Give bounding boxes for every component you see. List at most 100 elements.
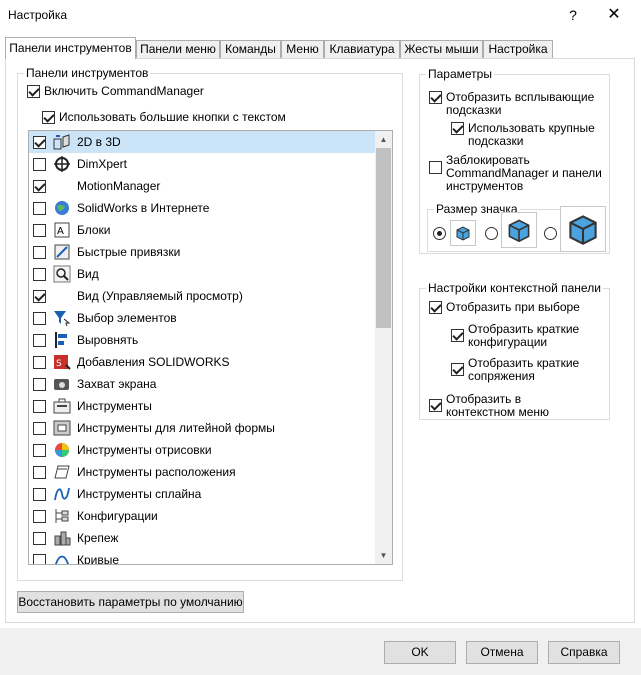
- close-icon[interactable]: ✕: [603, 4, 625, 26]
- show-short-configs-row[interactable]: Отобразить краткие конфигурации: [451, 323, 579, 349]
- tab-keyboard[interactable]: Клавиатура: [324, 40, 400, 58]
- icon-size-medium-preview[interactable]: [501, 212, 537, 248]
- list-item[interactable]: Кривые: [29, 549, 375, 565]
- list-item-checkbox[interactable]: [33, 553, 46, 564]
- show-tooltips-row[interactable]: Отобразить всплывающие подсказки: [429, 91, 594, 117]
- cancel-button[interactable]: Отмена: [466, 641, 538, 664]
- icon-size-large-radio[interactable]: [544, 227, 557, 240]
- icon-size-large-preview[interactable]: [560, 206, 606, 252]
- scroll-thumb[interactable]: [376, 148, 391, 328]
- large-tooltips-checkbox[interactable]: [451, 122, 464, 135]
- list-item[interactable]: Инструменты расположения: [29, 461, 375, 483]
- list-item-checkbox[interactable]: [33, 333, 46, 347]
- show-short-mates-checkbox[interactable]: [451, 363, 464, 376]
- curves-icon: [53, 551, 71, 564]
- list-item-checkbox[interactable]: [33, 157, 46, 171]
- list-item[interactable]: Крепеж: [29, 527, 375, 549]
- tab-customization[interactable]: Настройка: [483, 40, 553, 58]
- lock-cm-row[interactable]: Заблокировать CommandManager и панели инст…: [429, 154, 602, 193]
- icon-size-small-preview[interactable]: [450, 220, 476, 246]
- list-item[interactable]: Конфигурации: [29, 505, 375, 527]
- list-item[interactable]: DimXpert: [29, 153, 375, 175]
- list-item-checkbox[interactable]: [33, 245, 46, 259]
- show-short-mates-row[interactable]: Отобразить краткие сопряжения: [451, 357, 579, 383]
- blocks-icon: A: [53, 221, 71, 239]
- restore-defaults-button[interactable]: Восстановить параметры по умолчанию: [17, 591, 244, 613]
- show-on-select-row[interactable]: Отобразить при выборе: [429, 301, 580, 314]
- enable-commandmanager-row[interactable]: Включить CommandManager: [27, 85, 204, 98]
- list-item[interactable]: Выровнять: [29, 329, 375, 351]
- list-item[interactable]: Вид: [29, 263, 375, 285]
- list-item[interactable]: Инструменты для литейной формы: [29, 417, 375, 439]
- show-on-select-checkbox[interactable]: [429, 301, 442, 314]
- cube-large-icon: [569, 215, 597, 245]
- list-item-checkbox[interactable]: [33, 377, 46, 391]
- list-item[interactable]: Захват экрана: [29, 373, 375, 395]
- list-item[interactable]: 2D в 3D: [29, 131, 375, 153]
- show-tooltips-label: Отобразить всплывающие подсказки: [446, 91, 594, 117]
- list-item-checkbox[interactable]: [33, 465, 46, 479]
- scroll-down-icon[interactable]: ▼: [375, 547, 392, 564]
- 2d-to-3d-icon: [53, 133, 71, 151]
- lock-cm-checkbox[interactable]: [429, 161, 442, 174]
- large-buttons-checkbox[interactable]: [42, 111, 55, 124]
- list-item-label: Добавления SOLIDWORKS: [77, 355, 230, 369]
- list-item-checkbox[interactable]: [33, 267, 46, 281]
- list-item-checkbox[interactable]: [33, 509, 46, 523]
- ok-button[interactable]: OK: [384, 641, 456, 664]
- list-item[interactable]: A Блоки: [29, 219, 375, 241]
- help-button[interactable]: Справка: [548, 641, 620, 664]
- cube-small-icon: [456, 226, 470, 241]
- list-item[interactable]: SolidWorks в Интернете: [29, 197, 375, 219]
- list-item-label: Кривые: [77, 553, 120, 565]
- tab-commands[interactable]: Команды: [220, 40, 281, 58]
- list-item-checkbox[interactable]: [33, 531, 46, 545]
- tab-mouse-gestures[interactable]: Жесты мыши: [400, 40, 483, 58]
- list-item[interactable]: Инструменты отрисовки: [29, 439, 375, 461]
- scroll-up-icon[interactable]: ▲: [375, 131, 392, 148]
- context-menu-line2: контекстном меню: [446, 405, 550, 419]
- toolbars-list[interactable]: 2D в 3D DimXpert MotionManager SolidWork: [28, 130, 393, 565]
- large-tooltips-row[interactable]: Использовать крупные подсказки: [451, 122, 595, 148]
- list-scrollbar[interactable]: ▲ ▼: [375, 131, 392, 564]
- icon-size-medium-radio[interactable]: [485, 227, 498, 240]
- list-item-checkbox[interactable]: [33, 201, 46, 215]
- tab-toolbars[interactable]: Панели инструментов: [5, 37, 136, 59]
- tab-menus[interactable]: Меню: [281, 40, 324, 58]
- context-group-title: Настройки контекстной панели: [426, 281, 603, 295]
- show-in-context-menu-row[interactable]: Отобразить в контекстном меню: [429, 393, 549, 419]
- tab-menu-bars[interactable]: Панели меню: [136, 40, 220, 58]
- tab-panel: Панели инструментов Включить CommandMana…: [5, 58, 635, 623]
- list-item[interactable]: Выбор элементов: [29, 307, 375, 329]
- list-item-checkbox[interactable]: [33, 399, 46, 413]
- list-item-checkbox[interactable]: [33, 223, 46, 237]
- list-item-checkbox[interactable]: [33, 289, 46, 303]
- icon-size-small-radio[interactable]: [433, 227, 446, 240]
- list-item-checkbox[interactable]: [33, 487, 46, 501]
- list-item[interactable]: Инструменты: [29, 395, 375, 417]
- list-item[interactable]: Инструменты сплайна: [29, 483, 375, 505]
- cube-medium-icon: [508, 219, 530, 243]
- list-item-checkbox[interactable]: [33, 355, 46, 369]
- show-short-configs-checkbox[interactable]: [451, 329, 464, 342]
- help-icon[interactable]: ?: [563, 5, 583, 25]
- list-item-checkbox[interactable]: [33, 421, 46, 435]
- list-item-checkbox[interactable]: [33, 135, 46, 149]
- show-tooltips-checkbox[interactable]: [429, 91, 442, 104]
- align-icon: [53, 331, 71, 349]
- list-item[interactable]: Быстрые привязки: [29, 241, 375, 263]
- show-on-select-label: Отобразить при выборе: [446, 300, 580, 314]
- large-buttons-label: Использовать большие кнопки с текстом: [59, 110, 286, 124]
- list-item-label: Вид: [77, 267, 99, 281]
- parameters-group-title: Параметры: [426, 67, 494, 81]
- list-item-checkbox[interactable]: [33, 179, 46, 193]
- list-item[interactable]: MotionManager: [29, 175, 375, 197]
- list-item-checkbox[interactable]: [33, 311, 46, 325]
- list-item[interactable]: S Добавления SOLIDWORKS: [29, 351, 375, 373]
- enable-commandmanager-checkbox[interactable]: [27, 85, 40, 98]
- list-item-checkbox[interactable]: [33, 443, 46, 457]
- large-buttons-row[interactable]: Использовать большие кнопки с текстом: [42, 111, 286, 124]
- show-tooltips-line1: Отобразить всплывающие: [446, 90, 595, 104]
- list-item[interactable]: Вид (Управляемый просмотр): [29, 285, 375, 307]
- show-in-context-menu-checkbox[interactable]: [429, 399, 442, 412]
